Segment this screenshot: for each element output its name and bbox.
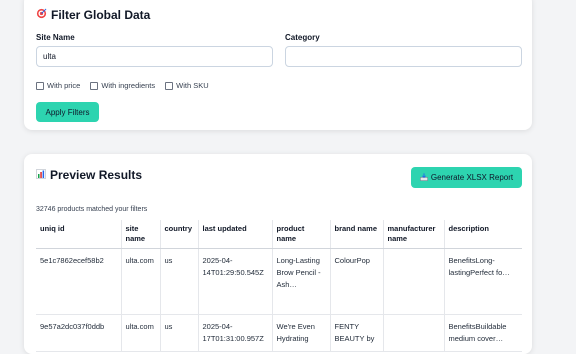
filter-card: Filter Global Data Site Name ulta Catego… bbox=[24, 0, 532, 130]
apply-filters-button[interactable]: Apply Filters bbox=[36, 102, 99, 122]
cell-description: BenefitsLong- lastingPerfect fo… bbox=[443, 248, 522, 315]
cell-uniq-id: 9e57a2dc037f0ddb bbox=[36, 314, 121, 352]
cell-last-updated: 2025-04- 17T01:31:00.957Z bbox=[197, 314, 272, 352]
cell-manufacturer-name bbox=[382, 248, 444, 315]
column-header: manufacturer name bbox=[382, 220, 444, 249]
cell-product-name: We're Even Hydrating bbox=[271, 314, 330, 352]
column-header: site name bbox=[120, 220, 160, 249]
cell-site-name: ulta.com bbox=[120, 314, 160, 352]
results-count: 32746 products matched your filters bbox=[36, 206, 148, 213]
column-header: country bbox=[159, 220, 198, 249]
column-header: uniq id bbox=[36, 220, 121, 249]
generate-xlsx-label: Generate XLSX Report bbox=[430, 173, 514, 182]
column-header: description bbox=[443, 220, 522, 249]
preview-title-row: Preview Results bbox=[36, 168, 142, 182]
checkbox-box[interactable] bbox=[90, 81, 99, 90]
preview-card: Preview Results Generate XLSX Report 327… bbox=[24, 154, 532, 354]
cell-product-name: Long-Lasting Brow Pencil - Ash… bbox=[271, 248, 330, 315]
cell-last-updated: 2025-04- 14T01:29:50.545Z bbox=[197, 248, 272, 315]
checkbox-box[interactable] bbox=[36, 81, 44, 90]
with-sku-checkbox[interactable]: With SKU bbox=[165, 81, 209, 90]
generate-xlsx-button[interactable]: Generate XLSX Report bbox=[411, 167, 522, 188]
category-label: Category bbox=[285, 33, 320, 42]
preview-title: Preview Results bbox=[50, 168, 143, 182]
cell-site-name: ulta.com bbox=[120, 248, 160, 315]
cell-uniq-id: 5e1c7862ecef58b2 bbox=[36, 248, 121, 315]
cell-country: us bbox=[159, 248, 198, 315]
checkbox-box[interactable] bbox=[165, 81, 174, 90]
cell-brand-name: ColourPop bbox=[329, 248, 383, 315]
table-row[interactable]: 9e57a2dc037f0ddb ulta.com us 2025-04- 17… bbox=[36, 314, 522, 352]
checkbox-label: With ingredients bbox=[101, 81, 156, 90]
with-ingredients-checkbox[interactable]: With ingredients bbox=[90, 81, 155, 90]
site-name-label: Site Name bbox=[36, 33, 75, 42]
results-table: uniq id site name country last updated p… bbox=[36, 220, 522, 352]
column-header: last updated bbox=[197, 220, 272, 249]
cell-country: us bbox=[159, 314, 198, 352]
download-icon bbox=[420, 172, 428, 183]
bar-chart-icon bbox=[36, 168, 46, 182]
filter-title: Filter Global Data bbox=[51, 8, 151, 22]
site-name-input[interactable]: ulta bbox=[36, 46, 273, 67]
cell-manufacturer-name bbox=[382, 314, 444, 352]
cell-description: BenefitsBuildable medium cover… bbox=[443, 314, 522, 352]
target-icon bbox=[36, 8, 47, 22]
column-header: brand name bbox=[329, 220, 383, 249]
table-header-row: uniq id site name country last updated p… bbox=[36, 220, 522, 249]
table-row[interactable]: 5e1c7862ecef58b2 ulta.com us 2025-04- 14… bbox=[36, 248, 522, 315]
checkbox-label: With price bbox=[47, 81, 81, 90]
filter-checkboxes: With price With ingredients With SKU bbox=[36, 81, 209, 90]
column-header: product name bbox=[271, 220, 330, 249]
cell-brand-name: FENTY BEAUTY by bbox=[329, 314, 383, 352]
category-input[interactable] bbox=[285, 46, 522, 67]
with-price-checkbox[interactable]: With price bbox=[36, 81, 80, 90]
checkbox-label: With SKU bbox=[176, 81, 209, 90]
filter-title-row: Filter Global Data bbox=[36, 8, 150, 22]
